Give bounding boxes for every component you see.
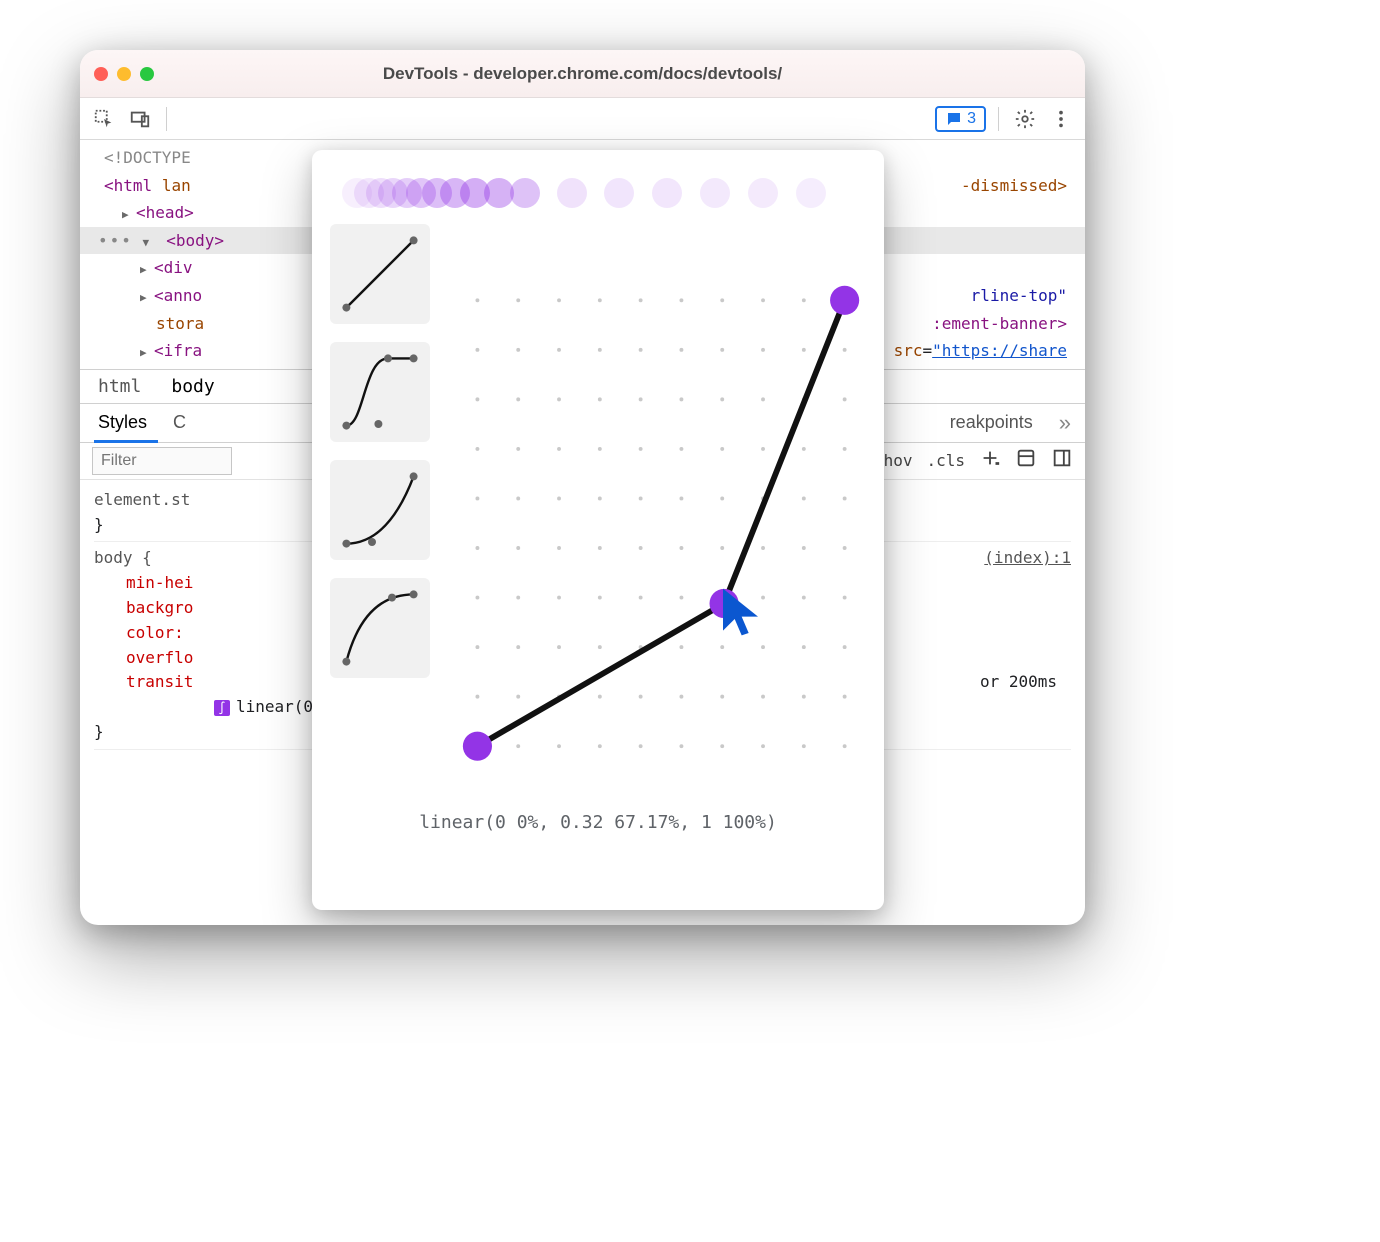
disclosure-triangle-icon[interactable]: ▶ (140, 289, 154, 307)
easing-control-point[interactable] (710, 589, 739, 618)
new-rule-icon[interactable] (979, 447, 1001, 474)
tab-breakpoints-partial[interactable]: reakpoints (950, 412, 1033, 433)
easing-editor-popup: linear(0 0%, 0.32 67.17%, 1 100%) (312, 150, 884, 910)
crumb-body[interactable]: body (171, 376, 214, 397)
easing-swatch-icon[interactable]: ∫ (214, 700, 230, 716)
window-zoom-button[interactable] (140, 67, 154, 81)
issues-count: 3 (967, 110, 976, 128)
preview-ball (748, 178, 778, 208)
device-toolbar-icon[interactable] (126, 105, 154, 133)
preset-ease-in-out[interactable] (330, 342, 430, 442)
preset-ease-in[interactable] (330, 460, 430, 560)
preview-ball (557, 178, 587, 208)
crumb-html[interactable]: html (98, 376, 141, 397)
traffic-lights (94, 67, 154, 81)
titlebar: DevTools - developer.chrome.com/docs/dev… (80, 50, 1085, 98)
inspect-element-icon[interactable] (90, 105, 118, 133)
tab-styles[interactable]: Styles (98, 412, 147, 433)
issues-badge[interactable]: 3 (935, 106, 986, 132)
easing-preview-track (342, 172, 854, 212)
easing-control-point[interactable] (463, 732, 492, 761)
settings-icon[interactable] (1011, 105, 1039, 133)
easing-value-text: linear(0 0%, 0.32 67.17%, 1 100%) (330, 812, 866, 833)
disclosure-triangle-icon[interactable]: ▶ (140, 261, 154, 279)
window-title: DevTools - developer.chrome.com/docs/dev… (154, 64, 1011, 84)
toolbar-divider (166, 107, 167, 131)
preset-linear[interactable] (330, 224, 430, 324)
toggle-sidebar-icon[interactable] (1051, 447, 1073, 474)
window-close-button[interactable] (94, 67, 108, 81)
disclosure-triangle-icon[interactable]: ▶ (122, 206, 136, 224)
more-tabs-icon[interactable]: » (1059, 410, 1067, 436)
easing-presets-column (330, 224, 440, 804)
source-link[interactable]: (index):1 (984, 546, 1071, 571)
ellipsis-icon: ••• (98, 231, 133, 250)
preview-ball (796, 178, 826, 208)
disclosure-triangle-icon[interactable]: ▶ (140, 344, 154, 362)
preview-ball (604, 178, 634, 208)
cls-toggle[interactable]: .cls (926, 451, 965, 470)
preview-ball (652, 178, 682, 208)
main-toolbar: 3 (80, 98, 1085, 140)
toolbar-divider (998, 107, 999, 131)
devtools-window: DevTools - developer.chrome.com/docs/dev… (80, 50, 1085, 925)
styles-filter-input[interactable] (92, 447, 232, 475)
preview-ball (700, 178, 730, 208)
easing-control-point[interactable] (830, 286, 859, 315)
preset-ease-out[interactable] (330, 578, 430, 678)
kebab-menu-icon[interactable] (1047, 105, 1075, 133)
easing-curve-editor[interactable] (458, 224, 866, 804)
computed-styles-icon[interactable] (1015, 447, 1037, 474)
window-minimize-button[interactable] (117, 67, 131, 81)
tab-computed-partial[interactable]: C (173, 412, 186, 433)
message-icon (945, 110, 963, 128)
preview-ball (510, 178, 540, 208)
disclosure-triangle-open-icon[interactable]: ▼ (143, 234, 157, 252)
